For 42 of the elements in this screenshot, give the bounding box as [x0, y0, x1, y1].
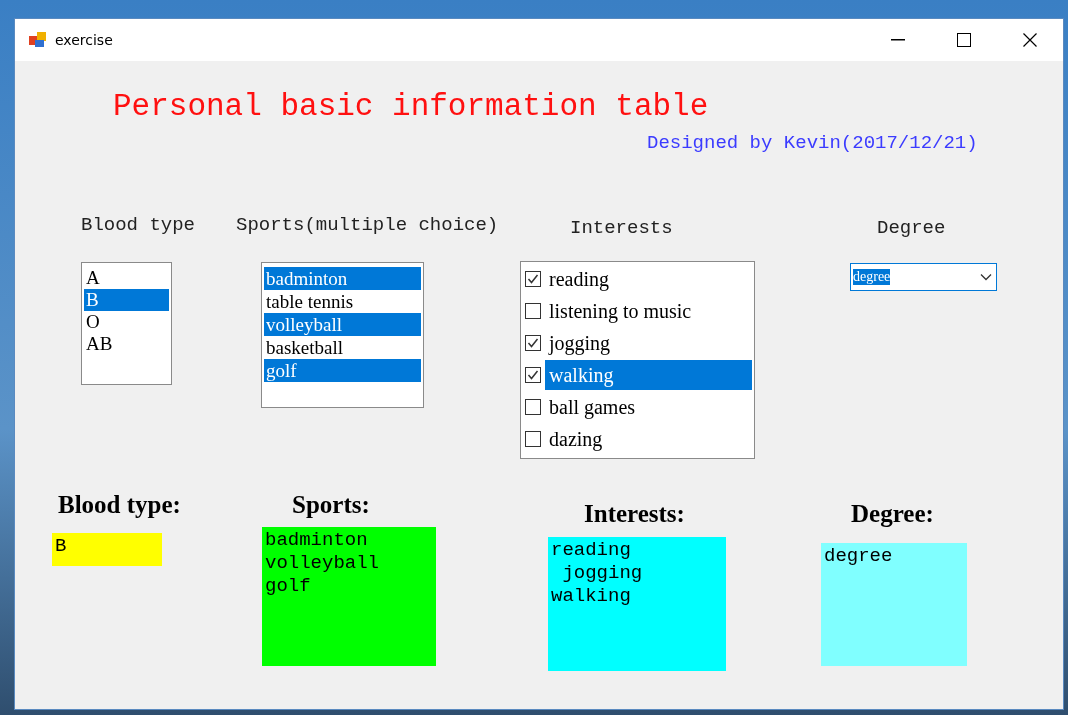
result-label: Degree:: [851, 500, 934, 528]
form-heading: Personal basic information table: [113, 89, 709, 124]
result-text-box: reading jogging walking: [548, 537, 726, 671]
list-item[interactable]: basketball: [264, 336, 421, 359]
field-label: Blood type: [81, 214, 196, 236]
checklist-item[interactable]: walking: [545, 360, 752, 390]
checkbox[interactable]: [525, 335, 541, 351]
checkbox[interactable]: [525, 303, 541, 319]
degree-dropdown[interactable]: degree: [850, 263, 997, 291]
list-item[interactable]: O: [84, 311, 169, 333]
result-label: Sports:: [292, 491, 370, 519]
checklist-item[interactable]: jogging: [545, 328, 752, 358]
checkbox[interactable]: [525, 367, 541, 383]
checklist-item[interactable]: listening to music: [545, 296, 752, 326]
credit-text: Designed by Kevin(2017/12/21): [647, 132, 978, 154]
list-item[interactable]: B: [84, 289, 169, 311]
field-label: Interests: [570, 217, 673, 239]
list-item[interactable]: AB: [84, 333, 169, 355]
checklist-item[interactable]: ball games: [545, 392, 752, 422]
checkbox[interactable]: [525, 399, 541, 415]
result-label: Interests:: [584, 500, 685, 528]
maximize-icon: [957, 33, 971, 47]
list-item[interactable]: golf: [264, 359, 421, 382]
checkbox[interactable]: [525, 431, 541, 447]
minimize-icon: [891, 39, 905, 41]
chevron-down-icon: [980, 273, 992, 281]
result-text-box: B: [52, 533, 162, 566]
result-label: Blood type:: [58, 491, 181, 519]
checkbox[interactable]: [525, 271, 541, 287]
list-item[interactable]: badminton: [264, 267, 421, 290]
list-item[interactable]: volleyball: [264, 313, 421, 336]
field-label: Degree: [877, 217, 946, 239]
field-label: Sports(multiple choice): [236, 214, 499, 236]
checklist-item[interactable]: reading: [545, 264, 752, 294]
result-text-box: degree: [821, 543, 967, 666]
close-icon: [1023, 33, 1037, 47]
result-text-box: badminton volleyball golf: [262, 527, 436, 666]
list-item[interactable]: A: [84, 267, 169, 289]
window-title: exercise: [55, 32, 114, 48]
list-item[interactable]: table tennis: [264, 290, 421, 313]
checklist-item[interactable]: dazing: [545, 424, 752, 454]
app-icon: [29, 32, 47, 48]
